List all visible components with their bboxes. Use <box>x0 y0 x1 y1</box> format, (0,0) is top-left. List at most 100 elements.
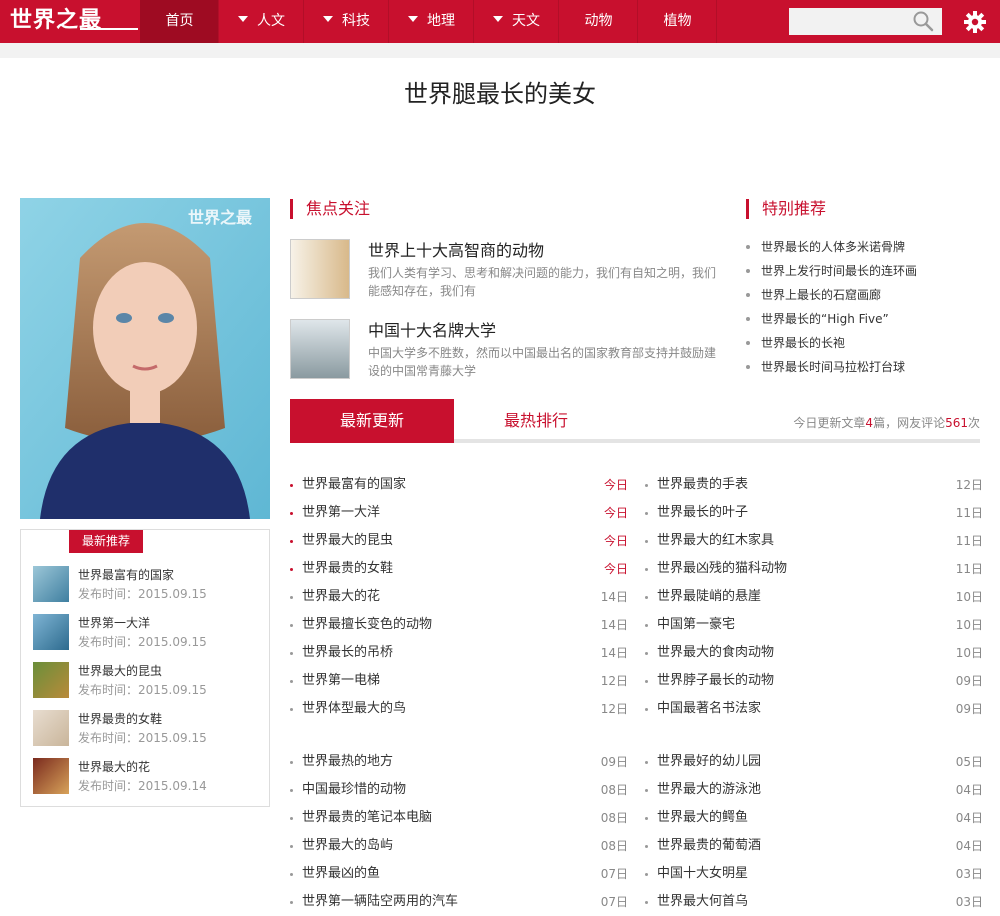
article-title[interactable]: 世界最热的地方 <box>302 748 393 776</box>
special-item[interactable]: 世界最长的长袍 <box>746 335 986 359</box>
latest-title[interactable]: 世界最贵的女鞋 <box>78 710 162 727</box>
latest-thumbnail[interactable] <box>33 758 69 794</box>
article-title[interactable]: 世界最长的叶子 <box>657 499 748 527</box>
article-title[interactable]: 世界体型最大的鸟 <box>302 695 406 723</box>
article-row[interactable]: 世界最富有的国家 今日 <box>290 471 628 499</box>
article-row[interactable]: 世界第一大洋 今日 <box>290 499 628 527</box>
article-title[interactable]: 世界最大的岛屿 <box>302 832 393 860</box>
nav-item[interactable]: 人文 <box>219 0 304 43</box>
article-row[interactable]: 世界最陡峭的悬崖 10日 <box>645 583 983 611</box>
focus-thumbnail[interactable] <box>290 239 350 299</box>
special-item[interactable]: 世界最长时间马拉松打台球 <box>746 359 986 383</box>
focus-title[interactable]: 中国十大名牌大学 <box>368 317 496 341</box>
article-title[interactable]: 世界第一电梯 <box>302 667 380 695</box>
nav-item[interactable]: 天文 <box>474 0 559 43</box>
article-row[interactable]: 中国第一豪宅 10日 <box>645 611 983 639</box>
latest-title[interactable]: 世界最大的花 <box>78 758 150 775</box>
article-title[interactable]: 世界最富有的国家 <box>302 471 406 499</box>
focus-thumbnail[interactable] <box>290 319 350 379</box>
nav-item[interactable]: 地理 <box>389 0 474 43</box>
latest-title[interactable]: 世界最富有的国家 <box>78 566 174 583</box>
article-title[interactable]: 世界最陡峭的悬崖 <box>657 583 761 611</box>
article-title[interactable]: 世界脖子最长的动物 <box>657 667 774 695</box>
article-title[interactable]: 中国最珍惜的动物 <box>302 776 406 804</box>
latest-thumbnail[interactable] <box>33 614 69 650</box>
article-row[interactable]: 世界最热的地方 09日 <box>290 748 628 776</box>
article-title[interactable]: 世界最大的鳄鱼 <box>657 804 748 832</box>
search-icon[interactable] <box>912 10 934 32</box>
article-row[interactable]: 世界最长的叶子 11日 <box>645 499 983 527</box>
article-title[interactable]: 中国第一豪宅 <box>657 611 735 639</box>
article-row[interactable]: 中国最著名书法家 09日 <box>645 695 983 723</box>
article-row[interactable]: 世界最凶的鱼 07日 <box>290 860 628 888</box>
article-title[interactable]: 世界最大的红木家具 <box>657 527 774 555</box>
special-item[interactable]: 世界最长的人体多米诺骨牌 <box>746 239 986 263</box>
article-row[interactable]: 世界体型最大的鸟 12日 <box>290 695 628 723</box>
article-title[interactable]: 世界最大何首乌 <box>657 888 748 916</box>
article-row[interactable]: 世界最贵的手表 12日 <box>645 471 983 499</box>
special-item[interactable]: 世界上发行时间最长的连环画 <box>746 263 986 287</box>
focus-item[interactable]: 世界上十大高智商的动物 我们人类有学习、思考和解决问题的能力，我们有自知之明，我们… <box>290 239 730 301</box>
article-title[interactable]: 世界最长的吊桥 <box>302 639 393 667</box>
article-row[interactable]: 世界最大的岛屿 08日 <box>290 832 628 860</box>
article-row[interactable]: 世界最大的鳄鱼 04日 <box>645 804 983 832</box>
article-row[interactable]: 世界最大的红木家具 11日 <box>645 527 983 555</box>
article-title[interactable]: 世界最凶残的猫科动物 <box>657 555 787 583</box>
article-row[interactable]: 世界最贵的笔记本电脑 08日 <box>290 804 628 832</box>
article-title[interactable]: 世界最大的花 <box>302 583 380 611</box>
article-row[interactable]: 世界最长的吊桥 14日 <box>290 639 628 667</box>
article-row[interactable]: 世界最贵的葡萄酒 04日 <box>645 832 983 860</box>
latest-item[interactable]: 世界最大的花 发布时间：2015.09.14 <box>33 758 258 798</box>
latest-item[interactable]: 世界第一大洋 发布时间：2015.09.15 <box>33 614 258 654</box>
article-title[interactable]: 世界最贵的葡萄酒 <box>657 832 761 860</box>
article-title[interactable]: 世界最大的游泳池 <box>657 776 761 804</box>
article-title[interactable]: 世界最贵的手表 <box>657 471 748 499</box>
tab-latest[interactable]: 最新更新 <box>290 399 454 443</box>
focus-title[interactable]: 世界上十大高智商的动物 <box>368 237 544 261</box>
article-title[interactable]: 世界最贵的笔记本电脑 <box>302 804 432 832</box>
article-title[interactable]: 中国最著名书法家 <box>657 695 761 723</box>
article-row[interactable]: 世界最凶残的猫科动物 11日 <box>645 555 983 583</box>
article-row[interactable]: 中国最珍惜的动物 08日 <box>290 776 628 804</box>
nav-item[interactable]: 动物 <box>559 0 638 43</box>
gear-icon[interactable] <box>963 10 987 34</box>
latest-thumbnail[interactable] <box>33 662 69 698</box>
article-title[interactable]: 世界第一辆陆空两用的汽车 <box>302 888 458 916</box>
article-row[interactable]: 中国十大女明星 03日 <box>645 860 983 888</box>
latest-title[interactable]: 世界最大的昆虫 <box>78 662 162 679</box>
article-row[interactable]: 世界最大的花 14日 <box>290 583 628 611</box>
article-row[interactable]: 世界第一辆陆空两用的汽车 07日 <box>290 888 628 916</box>
nav-item[interactable]: 植物 <box>638 0 717 43</box>
latest-item[interactable]: 世界最贵的女鞋 发布时间：2015.09.15 <box>33 710 258 750</box>
article-row[interactable]: 世界最大的游泳池 04日 <box>645 776 983 804</box>
focus-item[interactable]: 中国十大名牌大学 中国大学多不胜数，然而以中国最出名的国家教育部支持并鼓励建设的中… <box>290 319 730 381</box>
article-row[interactable]: 世界第一电梯 12日 <box>290 667 628 695</box>
site-logo[interactable]: 世界之最 <box>10 5 138 37</box>
article-title[interactable]: 世界最凶的鱼 <box>302 860 380 888</box>
article-row[interactable]: 世界最好的幼儿园 05日 <box>645 748 983 776</box>
article-row[interactable]: 世界最贵的女鞋 今日 <box>290 555 628 583</box>
article-title[interactable]: 世界最大的昆虫 <box>302 527 393 555</box>
article-title[interactable]: 世界最好的幼儿园 <box>657 748 761 776</box>
article-row[interactable]: 世界最擅长变色的动物 14日 <box>290 611 628 639</box>
nav-item[interactable]: 科技 <box>304 0 389 43</box>
article-row[interactable]: 世界最大何首乌 03日 <box>645 888 983 916</box>
hero-image[interactable]: 世界之最 <box>20 198 270 519</box>
special-item[interactable]: 世界上最长的石窟画廊 <box>746 287 986 311</box>
latest-item[interactable]: 世界最富有的国家 发布时间：2015.09.15 <box>33 566 258 606</box>
latest-thumbnail[interactable] <box>33 710 69 746</box>
latest-thumbnail[interactable] <box>33 566 69 602</box>
special-item[interactable]: 世界最长的“High Five” <box>746 311 986 335</box>
article-title[interactable]: 世界最贵的女鞋 <box>302 555 393 583</box>
nav-item[interactable]: 首页 <box>140 0 219 43</box>
article-title[interactable]: 世界最擅长变色的动物 <box>302 611 432 639</box>
article-row[interactable]: 世界最大的昆虫 今日 <box>290 527 628 555</box>
article-title[interactable]: 世界第一大洋 <box>302 499 380 527</box>
latest-title[interactable]: 世界第一大洋 <box>78 614 150 631</box>
article-row[interactable]: 世界最大的食肉动物 10日 <box>645 639 983 667</box>
latest-item[interactable]: 世界最大的昆虫 发布时间：2015.09.15 <box>33 662 258 702</box>
tab-hottest[interactable]: 最热排行 <box>454 399 618 443</box>
article-title[interactable]: 中国十大女明星 <box>657 860 748 888</box>
article-row[interactable]: 世界脖子最长的动物 09日 <box>645 667 983 695</box>
article-title[interactable]: 世界最大的食肉动物 <box>657 639 774 667</box>
